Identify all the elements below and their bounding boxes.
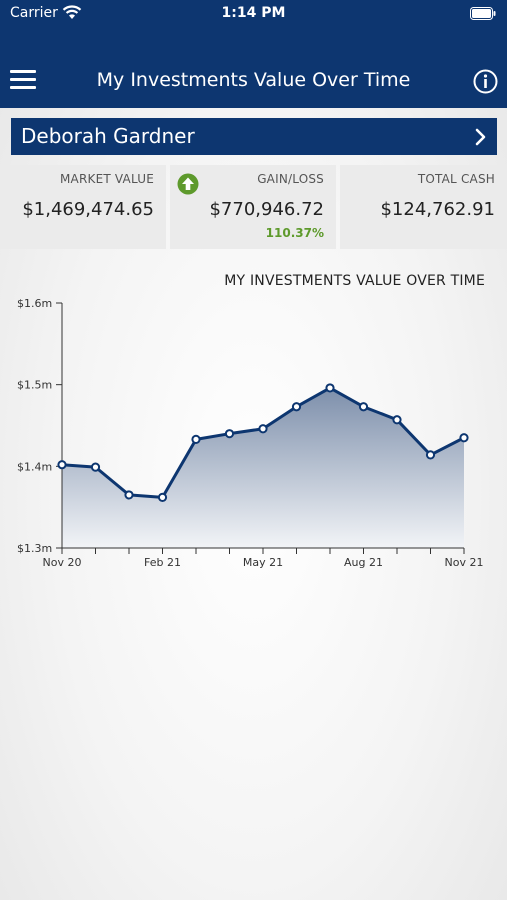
total-cash-value: $124,762.91: [380, 199, 495, 220]
data-point: [291, 402, 302, 412]
x-tick-label: Nov 20: [43, 556, 82, 569]
y-tick-label: $1.5m: [17, 379, 52, 392]
status-bar: Carrier 1:14 PM: [0, 0, 507, 28]
info-icon[interactable]: [473, 69, 498, 94]
market-value: $1,469,474.65: [22, 199, 154, 220]
gain-loss-percent: 110.37%: [265, 226, 324, 240]
data-point: [124, 490, 134, 500]
status-time: 1:14 PM: [221, 5, 286, 21]
market-value-tile: MARKET VALUE $1,469,474.65: [0, 165, 166, 249]
data-point: [90, 462, 101, 472]
data-point: [358, 402, 369, 412]
gain-loss-value: $770,946.72: [209, 199, 324, 220]
page-title: My Investments Value Over Time: [96, 69, 411, 91]
data-point: [191, 434, 201, 444]
x-tick-label: Nov 21: [445, 556, 484, 569]
data-point: [224, 429, 235, 439]
value-over-time-chart: $1.3m $1.4m $1.5m $1.6m Nov 20 Feb 21 May 21 Au…: [17, 297, 484, 569]
data-point: [392, 415, 402, 425]
y-tick-label: $1.6m: [17, 297, 52, 310]
y-tick-label: $1.4m: [17, 460, 52, 473]
gain-loss-tile: GAIN/LOSS $770,946.72 110.37%: [170, 165, 336, 249]
data-point: [57, 460, 67, 470]
account-selector[interactable]: Deborah Gardner: [11, 118, 497, 155]
chevron-right-icon: [475, 128, 486, 146]
data-point: [325, 383, 335, 393]
battery-icon: [470, 7, 496, 20]
gain-loss-label: GAIN/LOSS: [257, 172, 324, 186]
y-tick-label: $1.3m: [17, 542, 52, 555]
x-tick-label: May 21: [243, 556, 283, 569]
data-point: [425, 450, 436, 460]
app-header: Carrier 1:14 PM My Investments Value Ove…: [0, 0, 507, 108]
data-point: [459, 433, 469, 443]
total-cash-label: TOTAL CASH: [417, 172, 495, 186]
chart-area: [62, 387, 464, 548]
arrow-up-icon: [177, 173, 199, 195]
account-name: Deborah Gardner: [21, 124, 195, 148]
market-value-label: MARKET VALUE: [60, 172, 154, 186]
data-point: [157, 492, 168, 502]
x-tick-label: Feb 21: [144, 556, 181, 569]
x-tick-label: Aug 21: [344, 556, 383, 569]
total-cash-tile: TOTAL CASH $124,762.91: [340, 165, 507, 249]
data-point: [258, 424, 268, 434]
